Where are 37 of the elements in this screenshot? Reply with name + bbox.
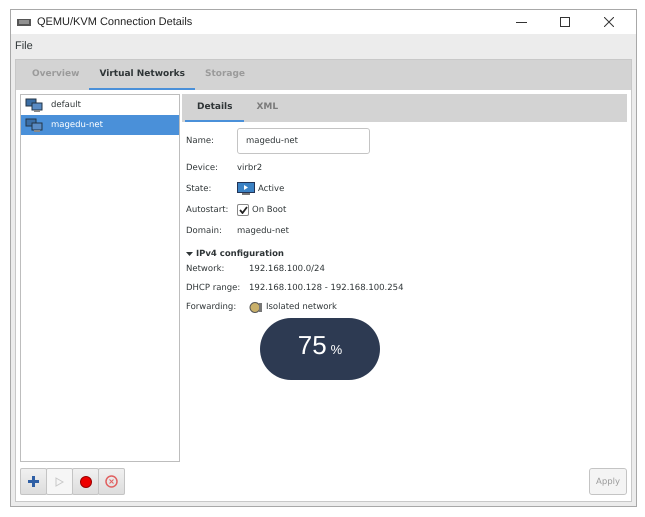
field-value: Active [258, 184, 284, 194]
caret-down-icon [186, 251, 193, 257]
field-value: 192.168.100.128 - 192.168.100.254 [249, 283, 404, 293]
field-value: virbr2 [237, 163, 262, 173]
monitor-play-icon [237, 182, 255, 196]
close-icon [604, 17, 614, 27]
section-expander[interactable]: IPv4 configuration [186, 249, 623, 259]
network-computers-icon [25, 118, 43, 132]
tab[interactable]: Details [185, 94, 244, 122]
name-field[interactable]: magedu-net [237, 128, 370, 154]
network-computers-icon [25, 98, 43, 112]
app-icon [17, 18, 31, 26]
field-label: Autostart: [186, 205, 230, 215]
delete-icon [105, 475, 118, 488]
field-label: Forwarding: [186, 302, 238, 312]
field-label: Domain: [186, 226, 223, 236]
play-icon [55, 476, 64, 486]
field-label: Device: [186, 163, 219, 173]
tab[interactable]: Virtual Networks [89, 60, 195, 90]
field-value: magedu-net [237, 226, 289, 236]
field-label: Name: [186, 136, 215, 146]
field-label: DHCP range: [186, 283, 242, 293]
maximize-icon [560, 17, 570, 27]
add-button[interactable] [20, 468, 47, 495]
plus-icon [28, 476, 39, 487]
checkbox[interactable] [237, 204, 249, 216]
checkbox-label: On Boot [252, 205, 286, 215]
network-list-item[interactable]: default [21, 95, 179, 115]
field-value: 192.168.100.0/24 [249, 264, 325, 274]
field-label: State: [186, 184, 212, 194]
record-icon [80, 476, 92, 488]
window-title: QEMU/KVM Connection Details [37, 16, 194, 28]
field-value: Isolated network [266, 302, 337, 312]
menu-item[interactable]: File [13, 40, 35, 52]
stop-button[interactable] [72, 468, 99, 495]
field-label: Network: [186, 264, 226, 274]
zoom-level-badge: 75% [260, 318, 380, 380]
